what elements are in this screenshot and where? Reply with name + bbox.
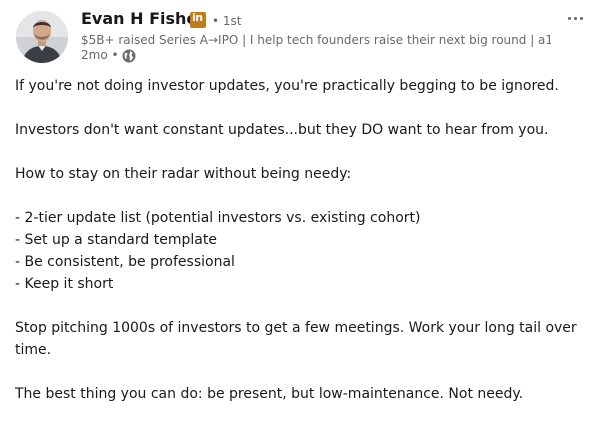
- post-timestamp: 2mo •: [81, 48, 119, 62]
- feed-post: Evan H Fisher in • 1st $5B+ raised Serie…: [0, 0, 598, 424]
- more-horizontal-icon: [568, 17, 571, 20]
- post-paragraph: Stop pitching 1000s of investors to get …: [15, 320, 577, 358]
- connection-degree: • 1st: [212, 14, 242, 28]
- list-item: - Be consistent, be professional: [15, 254, 235, 270]
- post-body: If you're not doing investor updates, yo…: [15, 75, 580, 427]
- list-item: - 2-tier update list (potential investor…: [15, 210, 421, 226]
- list-item: - Set up a standard template: [15, 232, 217, 248]
- author-avatar[interactable]: [16, 11, 68, 63]
- avatar-photo: [16, 11, 68, 63]
- post-paragraph: If you're not doing investor updates, yo…: [15, 78, 559, 94]
- list-item: - Keep it short: [15, 276, 114, 292]
- post-paragraph: Investors don't want constant updates...…: [15, 122, 549, 138]
- author-headline: $5B+ raised Series A→IPO | I help tech f…: [81, 33, 551, 47]
- badge-text: in: [192, 11, 203, 24]
- linkedin-premium-badge-icon: in: [190, 11, 206, 28]
- post-paragraph: The best thing you can do: be present, b…: [15, 386, 524, 402]
- globe-icon: [122, 49, 136, 63]
- post-list: - 2-tier update list (potential investor…: [15, 207, 580, 295]
- author-name[interactable]: Evan H Fisher: [81, 9, 205, 28]
- more-options-button[interactable]: [562, 6, 590, 30]
- post-paragraph: How to stay on their radar without being…: [15, 166, 352, 182]
